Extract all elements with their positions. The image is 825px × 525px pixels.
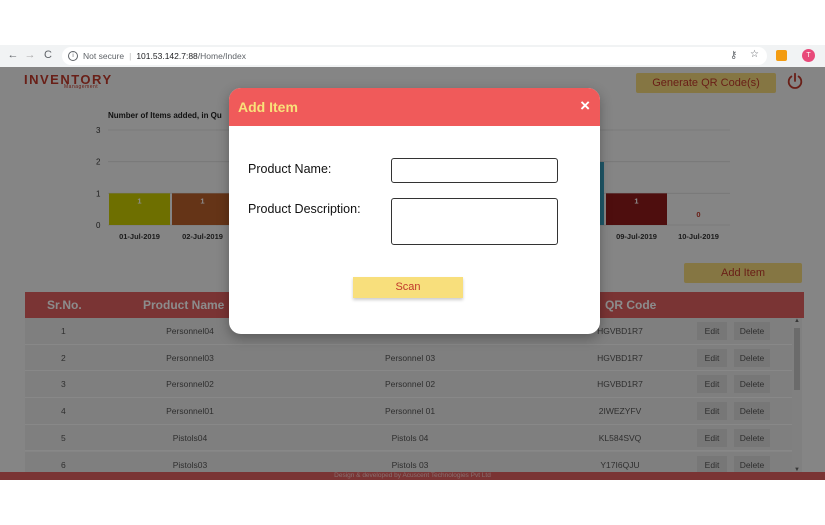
browser-toolbar: ← → C i Not secure | 101.53.142.7:88/Hom… — [0, 45, 825, 67]
security-status: Not secure — [83, 51, 125, 61]
divider: | — [129, 51, 132, 61]
reload-icon[interactable]: C — [39, 49, 57, 61]
profile-avatar[interactable]: T — [802, 49, 815, 62]
product-name-input[interactable] — [391, 158, 558, 183]
url-path: /Home/Index — [197, 51, 246, 61]
add-item-modal: Add Item × Product Name: Product Descrip… — [229, 88, 600, 334]
product-description-input[interactable] — [391, 198, 558, 245]
info-icon[interactable]: i — [68, 51, 78, 61]
forward-arrow-icon[interactable]: → — [21, 49, 39, 61]
bookmark-star-icon[interactable]: ☆ — [750, 49, 759, 60]
url-host: 101.53.142.7:88 — [136, 51, 198, 61]
modal-title: Add Item — [238, 99, 298, 115]
modal-header: Add Item × — [229, 88, 600, 126]
close-icon[interactable]: × — [580, 96, 590, 116]
extension-icon[interactable] — [776, 50, 787, 61]
screen: ← → C i Not secure | 101.53.142.7:88/Hom… — [0, 0, 825, 525]
back-arrow-icon[interactable]: ← — [4, 49, 22, 61]
product-description-label: Product Description: — [248, 202, 361, 216]
scan-button[interactable]: Scan — [353, 277, 463, 298]
address-bar[interactable]: i Not secure | 101.53.142.7:88/Home/Inde… — [62, 47, 767, 65]
product-name-label: Product Name: — [248, 162, 332, 176]
key-icon[interactable]: ⚷ — [730, 50, 737, 61]
